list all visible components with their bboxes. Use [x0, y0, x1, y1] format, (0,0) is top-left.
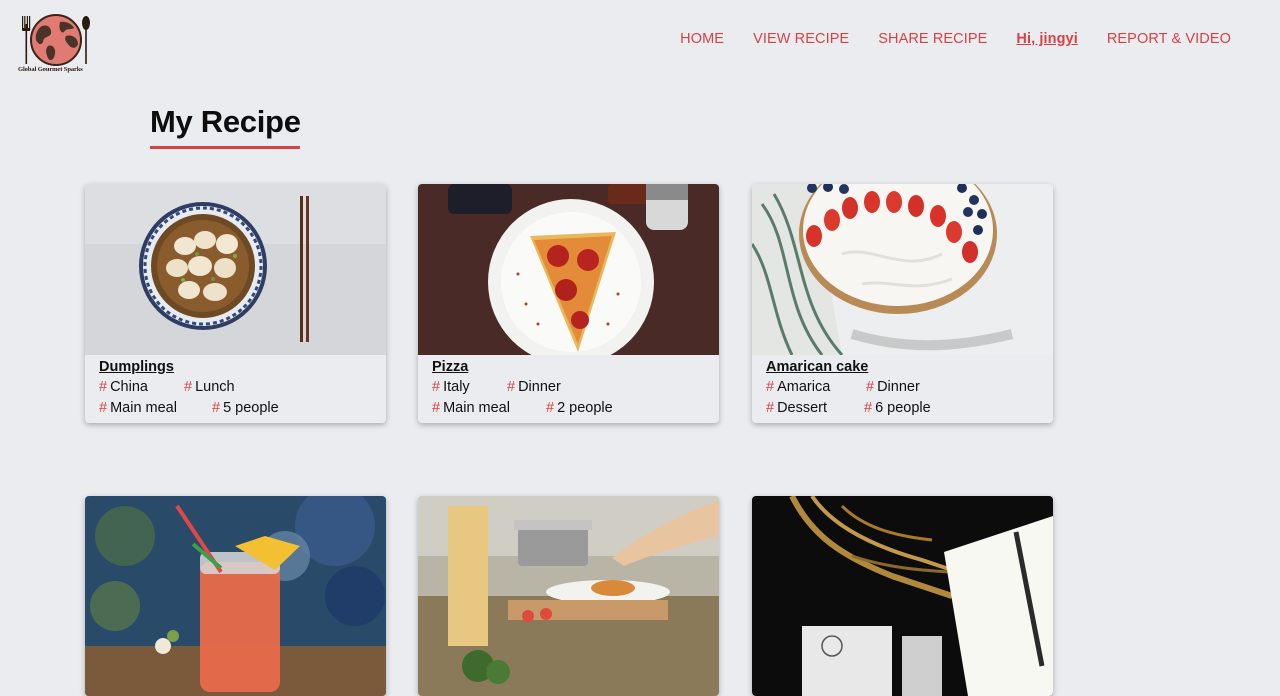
tag-cuisine: # Amarica: [766, 379, 831, 395]
recipe-card[interactable]: Dumplings # China # Lunch # Main meal #5 pe…: [85, 184, 386, 423]
tag-cuisine: # Italy: [432, 379, 470, 395]
recipe-title[interactable]: Dumplings: [99, 359, 372, 375]
tag-servings: #5 people: [212, 400, 279, 416]
nav-user-greeting[interactable]: Hi, jingyi: [1016, 31, 1077, 47]
nav-report-video[interactable]: REPORT & VIDEO: [1107, 31, 1231, 47]
tag-row: # China # Lunch: [99, 379, 372, 400]
recipe-image[interactable]: [85, 496, 386, 696]
tag-row: # Main meal #2 people: [432, 400, 705, 421]
tag-meal: # Lunch: [184, 379, 235, 395]
recipe-image[interactable]: [752, 496, 1053, 696]
recipe-title[interactable]: Pizza: [432, 359, 705, 375]
hash-icon: #: [766, 400, 775, 416]
tag-category: # Main meal: [432, 400, 510, 416]
title-underline: [150, 146, 300, 149]
nav-home[interactable]: HOME: [680, 31, 724, 47]
hash-icon: #: [99, 379, 108, 395]
recipe-card-body: Pizza # Italy # Dinner # Main meal #2 peopl…: [418, 355, 719, 423]
hash-icon: #: [766, 379, 775, 395]
hash-icon: #: [432, 379, 441, 395]
recipe-card[interactable]: [418, 496, 719, 696]
tag-meal: # Dinner: [866, 379, 920, 395]
hash-icon: #: [866, 379, 875, 395]
recipe-image[interactable]: [418, 184, 719, 355]
recipe-card[interactable]: [85, 496, 386, 696]
recipe-title[interactable]: Amarican cake: [766, 359, 1039, 375]
hash-icon: #: [864, 400, 873, 416]
tag-row: # Main meal #5 people: [99, 400, 372, 421]
hash-icon: #: [99, 400, 108, 416]
hash-icon: #: [546, 400, 555, 416]
tag-meal: # Dinner: [507, 379, 561, 395]
tag-row: # Italy # Dinner: [432, 379, 705, 400]
tag-row: # Amarica # Dinner: [766, 379, 1039, 400]
hash-icon: #: [432, 400, 441, 416]
nav-view-recipe[interactable]: VIEW RECIPE: [753, 31, 849, 47]
tag-servings: #6 people: [864, 400, 931, 416]
hash-icon: #: [507, 379, 516, 395]
hash-icon: #: [184, 379, 193, 395]
recipe-card[interactable]: Amarican cake # Amarica # Dinner # Dessert …: [752, 184, 1053, 423]
tag-servings: #2 people: [546, 400, 613, 416]
logo-text: Global Gourmet Sparks: [18, 66, 83, 73]
tag-row: # Dessert #6 people: [766, 400, 1039, 421]
tag-cuisine: # China: [99, 379, 148, 395]
recipe-card[interactable]: [752, 496, 1053, 696]
nav-share-recipe[interactable]: SHARE RECIPE: [878, 31, 987, 47]
page-title: My Recipe: [150, 104, 301, 139]
recipe-image[interactable]: [752, 184, 1053, 355]
globe-utensils-icon: [22, 14, 90, 66]
recipe-image[interactable]: [418, 496, 719, 696]
tag-category: # Dessert: [766, 400, 828, 416]
recipe-card[interactable]: Pizza # Italy # Dinner # Main meal #2 peopl…: [418, 184, 719, 423]
recipe-card-body: Dumplings # China # Lunch # Main meal #5 pe…: [85, 355, 386, 423]
site-header: Global Gourmet Sparks HOME VIEW RECIPE S…: [0, 0, 1280, 90]
hash-icon: #: [212, 400, 221, 416]
site-logo[interactable]: Global Gourmet Sparks: [18, 14, 98, 76]
recipe-card-body: Amarican cake # Amarica # Dinner # Dessert …: [752, 355, 1053, 423]
recipe-image[interactable]: [85, 184, 386, 355]
main-nav: HOME VIEW RECIPE SHARE RECIPE Hi, jingyi…: [680, 31, 1231, 47]
tag-category: # Main meal: [99, 400, 177, 416]
